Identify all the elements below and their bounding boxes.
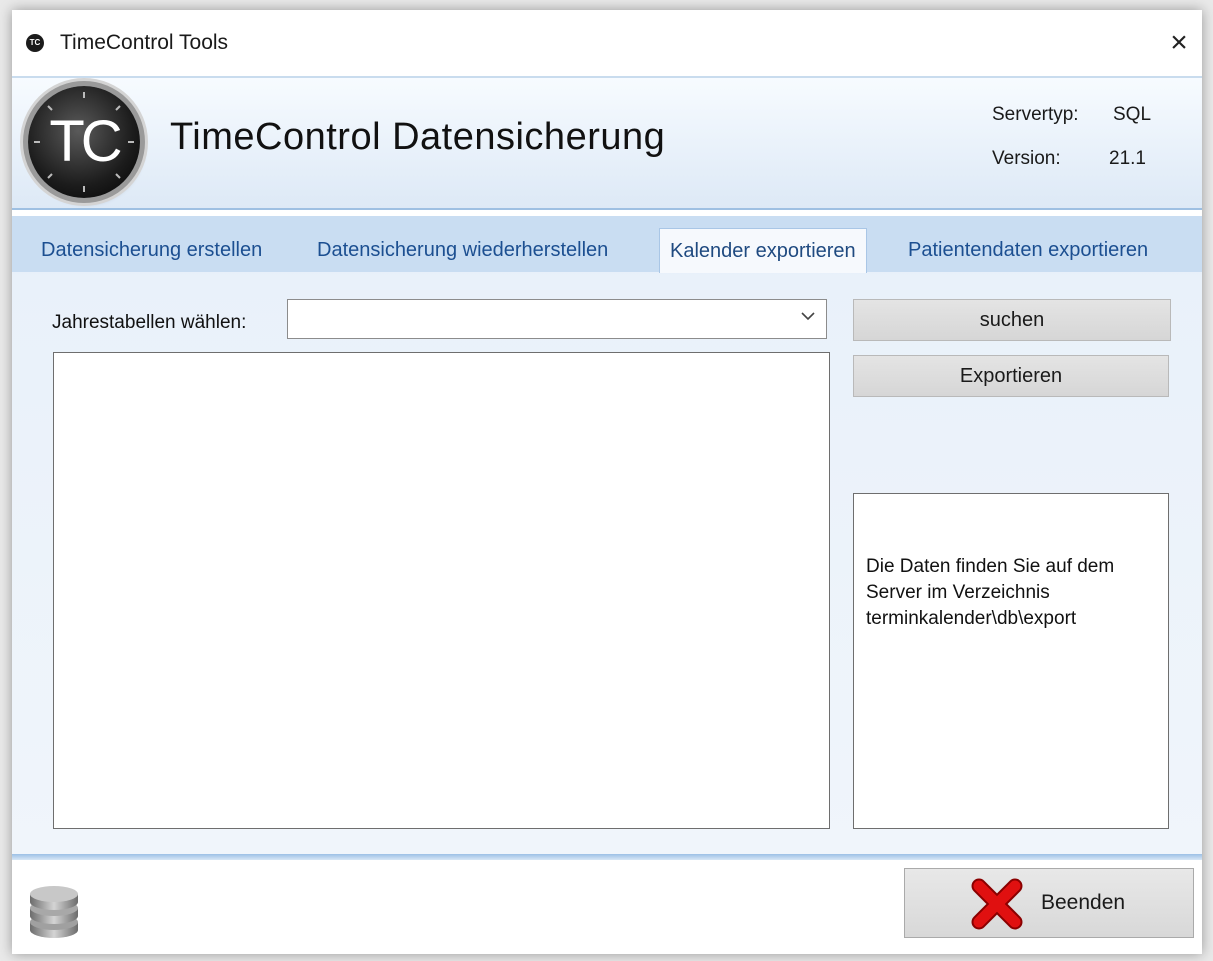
timecontrol-logo: TC	[28, 86, 140, 198]
info-line: Die Daten finden Sie auf dem	[866, 556, 1115, 577]
year-tables-label: Jahrestabellen wählen:	[52, 312, 247, 333]
export-info-box: Die Daten finden Sie auf dem Server im V…	[853, 493, 1169, 829]
tab-panel: Datensicherung erstellen Datensicherung …	[12, 216, 1202, 866]
version-label: Version:	[992, 148, 1061, 169]
tab-patientendaten-exportieren[interactable]: Patientendaten exportieren	[908, 228, 1148, 272]
header-banner: TC TimeControl Datensicherung Servertyp:…	[12, 76, 1202, 210]
version-value: 21.1	[1109, 148, 1146, 169]
tab-datensicherung-wiederherstellen[interactable]: Datensicherung wiederherstellen	[317, 228, 608, 272]
logo-text: TC	[49, 109, 122, 174]
export-button[interactable]: Exportieren	[853, 355, 1169, 397]
title-bar: TC TimeControl Tools ×	[12, 10, 1202, 76]
exit-button-label: Beenden	[1041, 891, 1126, 914]
red-x-icon	[971, 878, 1023, 930]
servertyp-value: SQL	[1113, 104, 1152, 125]
tab-datensicherung-erstellen[interactable]: Datensicherung erstellen	[41, 228, 262, 272]
chevron-down-icon	[801, 312, 815, 321]
servertyp-label: Servertyp:	[992, 104, 1079, 125]
search-button[interactable]: suchen	[853, 299, 1171, 341]
year-tables-dropdown[interactable]	[287, 299, 827, 339]
timecontrol-logo-icon: TC	[26, 34, 44, 52]
info-line: Server im Verzeichnis	[866, 582, 1050, 603]
tab-kalender-exportieren[interactable]: Kalender exportieren	[659, 228, 867, 273]
exit-button[interactable]: Beenden	[904, 868, 1194, 938]
info-line: terminkalender\db\export	[866, 608, 1077, 629]
tab-bar: Datensicherung erstellen Datensicherung …	[12, 216, 1202, 273]
year-tables-list[interactable]	[53, 352, 830, 829]
window-title: TimeControl Tools	[60, 31, 229, 54]
page-title: TimeControl Datensicherung	[170, 116, 666, 158]
app-window: TC TimeControl Tools × TC TimeControl Da…	[12, 10, 1202, 954]
footer: Beenden	[12, 860, 1202, 954]
close-icon[interactable]: ×	[1156, 20, 1202, 66]
database-icon	[30, 886, 78, 938]
